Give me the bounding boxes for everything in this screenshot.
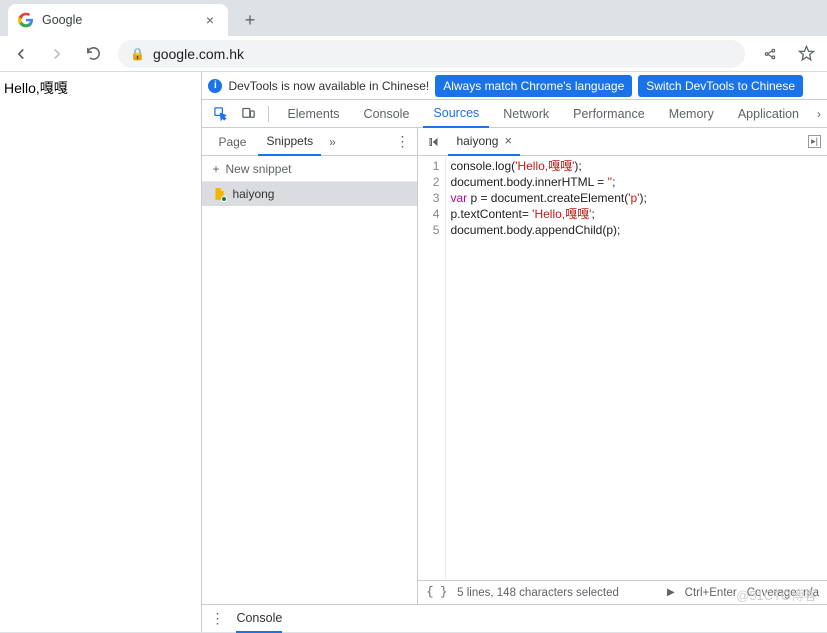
more-tabs-icon[interactable]: » — [329, 135, 336, 149]
code-editor[interactable]: 12345 console.log('Hello,嘎嘎'); document.… — [418, 156, 827, 580]
code-content: console.log('Hello,嘎嘎'); document.body.i… — [446, 156, 827, 580]
devtools-panel: i DevTools is now available in Chinese! … — [201, 72, 827, 632]
bookmark-icon[interactable] — [795, 43, 817, 65]
snippet-name: haiyong — [232, 187, 274, 201]
console-drawer: ⋮ Console — [202, 604, 827, 632]
editor-expand-icon[interactable]: ▸| — [808, 135, 821, 148]
browser-toolbar: 🔒 google.com.hk — [0, 36, 827, 72]
banner-message: DevTools is now available in Chinese! — [228, 79, 429, 93]
forward-button[interactable] — [46, 43, 68, 65]
share-icon[interactable] — [759, 43, 781, 65]
browser-tab[interactable]: Google × — [8, 4, 228, 36]
drawer-tab-console[interactable]: Console — [236, 605, 282, 633]
editor-prev-icon[interactable] — [424, 132, 444, 152]
editor-pane: haiyong × ▸| 12345 console.log('Hello,嘎嘎… — [418, 128, 827, 604]
match-language-button[interactable]: Always match Chrome's language — [435, 75, 632, 97]
editor-tab-name: haiyong — [456, 134, 498, 148]
reload-button[interactable] — [82, 43, 104, 65]
tab-memory[interactable]: Memory — [659, 100, 724, 128]
lock-icon: 🔒 — [130, 47, 145, 61]
google-favicon-icon — [18, 12, 34, 28]
tab-performance[interactable]: Performance — [563, 100, 655, 128]
navigator-menu-icon[interactable]: ⋮ — [395, 133, 409, 150]
back-button[interactable] — [10, 43, 32, 65]
plus-icon: + — [212, 162, 219, 176]
page-text: Hello,嘎嘎 — [4, 80, 68, 96]
editor-tab-close-icon[interactable]: × — [504, 133, 512, 148]
page-body: Hello,嘎嘎 — [0, 72, 201, 632]
drawer-menu-icon[interactable]: ⋮ — [210, 610, 224, 627]
snippet-file-icon — [212, 187, 226, 201]
nav-tab-snippets[interactable]: Snippets — [258, 128, 321, 156]
coverage-info: Coverage: n/a — [747, 587, 819, 599]
url-text: google.com.hk — [153, 46, 244, 62]
editor-status-bar: { } 5 lines, 148 characters selected ▶ C… — [418, 580, 827, 604]
run-hint: Ctrl+Enter — [685, 587, 737, 599]
editor-tab[interactable]: haiyong × — [448, 128, 520, 156]
line-gutter: 12345 — [418, 156, 446, 580]
address-bar[interactable]: 🔒 google.com.hk — [118, 40, 745, 68]
snippet-item[interactable]: haiyong — [202, 182, 417, 206]
switch-chinese-button[interactable]: Switch DevTools to Chinese — [638, 75, 803, 97]
tab-console[interactable]: Console — [354, 100, 420, 128]
format-icon[interactable]: { } — [426, 586, 447, 599]
tab-title: Google — [42, 13, 82, 27]
tab-close-icon[interactable]: × — [202, 12, 218, 28]
tab-application[interactable]: Application — [728, 100, 809, 128]
tab-elements[interactable]: Elements — [277, 100, 349, 128]
info-icon: i — [208, 79, 222, 93]
run-icon[interactable]: ▶ — [667, 587, 675, 598]
navigator-pane: Page Snippets » ⋮ + New snippet haiyong — [202, 128, 418, 604]
nav-tab-page[interactable]: Page — [210, 128, 254, 156]
inspect-element-icon[interactable] — [208, 102, 232, 126]
tab-strip: Google × + — [0, 0, 827, 36]
devtools-tabs: Elements Console Sources Network Perform… — [202, 100, 827, 128]
tab-network[interactable]: Network — [493, 100, 559, 128]
new-snippet-button[interactable]: + New snippet — [202, 156, 417, 182]
new-tab-button[interactable]: + — [236, 6, 264, 34]
language-banner: i DevTools is now available in Chinese! … — [202, 72, 827, 100]
device-toggle-icon[interactable] — [236, 102, 260, 126]
chevron-right-icon[interactable]: › — [817, 107, 821, 121]
new-snippet-label: New snippet — [225, 162, 291, 176]
tab-sources[interactable]: Sources — [423, 100, 489, 128]
selection-info: 5 lines, 148 characters selected — [457, 587, 619, 599]
separator — [268, 106, 269, 122]
